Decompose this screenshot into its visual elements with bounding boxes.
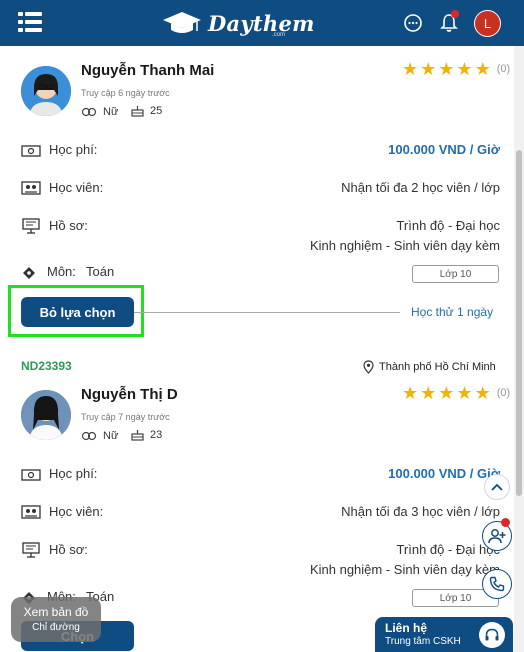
- gender-icon: [81, 107, 97, 117]
- profile-icon: [22, 218, 40, 234]
- star-icon: ★: [474, 59, 491, 79]
- add-user-icon: [488, 529, 506, 544]
- user-avatar[interactable]: L: [474, 10, 501, 37]
- fee-value: 100.000 VND / Giờ: [388, 142, 500, 157]
- gender-info: Nữ: [81, 106, 118, 118]
- subject-value: Toán: [86, 264, 115, 279]
- students-label: Học viên:: [49, 180, 104, 195]
- scrollbar[interactable]: [514, 46, 524, 652]
- notification-badge: [451, 10, 459, 18]
- age-value: 23: [150, 428, 163, 441]
- birthday-cake-icon: [131, 106, 144, 117]
- chevron-up-icon: [491, 483, 503, 491]
- hamburger-menu-icon[interactable]: [18, 12, 42, 34]
- directions-label: Chỉ đường: [32, 622, 80, 633]
- star-icon: ★: [402, 59, 419, 79]
- logo-subtext: .com: [272, 32, 286, 38]
- rating-count: (0): [496, 387, 511, 399]
- divider: [134, 312, 400, 313]
- gender-value: Nữ: [103, 430, 119, 442]
- profile-experience: Kinh nghiệm - Sinh viên dạy kèm: [309, 562, 500, 577]
- age-value: 25: [150, 104, 163, 117]
- star-icon: ★: [420, 59, 437, 79]
- chat-icon[interactable]: [402, 12, 424, 34]
- contact-label: Liên hệ: [385, 621, 428, 635]
- gender-icon: [81, 431, 97, 441]
- location-value: Thành phố Hồ Chí Minh: [379, 361, 496, 373]
- view-map-label: Xem bản đồ: [23, 605, 89, 619]
- star-icon: ★: [402, 383, 419, 403]
- star-icon: ★: [438, 59, 455, 79]
- students-value: Nhận tối đa 2 học viên / lớp: [341, 180, 500, 195]
- money-icon: [21, 145, 41, 157]
- location-info: Thành phố Hồ Chí Minh: [363, 360, 496, 374]
- tutor-name[interactable]: Nguyễn Thanh Mai: [81, 62, 214, 79]
- last-access: Truy cập 7 ngày trước: [81, 412, 170, 422]
- tutor-avatar[interactable]: [21, 390, 71, 440]
- rating-stars: ★ ★ ★ ★ ★ (0): [402, 384, 510, 402]
- gender-value: Nữ: [103, 106, 119, 118]
- support-center-label: Trung tâm CSKH: [385, 636, 461, 647]
- phone-icon: [489, 576, 505, 592]
- fee-label: Học phí:: [49, 466, 98, 481]
- profile-level: Trình độ - Đại học: [396, 218, 500, 233]
- age-info: 23: [131, 428, 162, 441]
- subject-icon: [23, 267, 35, 279]
- last-access: Truy cập 6 ngày trước: [81, 88, 170, 98]
- tutor-avatar[interactable]: [21, 66, 71, 116]
- money-icon: [21, 469, 41, 481]
- star-icon: ★: [456, 383, 473, 403]
- trial-text[interactable]: Học thử 1 ngày: [411, 305, 493, 319]
- logo-text: Daythem: [208, 10, 315, 36]
- tutor-code: ND23393: [21, 359, 72, 373]
- contact-support-button[interactable]: Liên hệ Trung tâm CSKH: [375, 617, 513, 652]
- view-map-button[interactable]: Xem bản đồ Chỉ đường: [11, 597, 101, 642]
- top-navbar: Daythem .com L: [0, 0, 524, 46]
- star-icon: ★: [456, 59, 473, 79]
- gender-info: Nữ: [81, 430, 118, 442]
- students-label: Học viên:: [49, 504, 104, 519]
- profile-label: Hồ sơ:: [49, 542, 88, 557]
- students-value: Nhận tối đa 3 học viên / lớp: [341, 504, 500, 519]
- graduation-cap-icon: [163, 12, 201, 33]
- star-icon: ★: [438, 383, 455, 403]
- fee-label: Học phí:: [49, 142, 98, 157]
- scrollbar-thumb[interactable]: [516, 150, 522, 496]
- profile-experience: Kinh nghiệm - Sinh viên dạy kèm: [309, 238, 500, 253]
- birthday-cake-icon: [131, 430, 144, 441]
- site-logo[interactable]: Daythem .com: [162, 8, 315, 38]
- profile-icon: [22, 542, 40, 558]
- rating-count: (0): [496, 63, 511, 75]
- subject-label: Môn:: [47, 264, 76, 279]
- map-pin-icon: [363, 360, 374, 374]
- rating-stars: ★ ★ ★ ★ ★ (0): [402, 60, 510, 78]
- age-info: 25: [131, 104, 162, 117]
- students-icon: [21, 505, 41, 519]
- tutor-name[interactable]: Nguyễn Thị D: [81, 386, 178, 403]
- grade-badge: Lớp 10: [412, 265, 499, 283]
- students-icon: [21, 181, 41, 195]
- headset-icon: [479, 622, 505, 648]
- deselect-button[interactable]: Bỏ lựa chọn: [21, 297, 134, 327]
- fee-value: 100.000 VND / Giờ: [388, 466, 500, 481]
- add-contact-badge: [501, 518, 510, 527]
- call-button[interactable]: [482, 569, 512, 599]
- profile-label: Hồ sơ:: [49, 218, 88, 233]
- star-icon: ★: [474, 383, 491, 403]
- scroll-top-button[interactable]: [484, 474, 510, 500]
- star-icon: ★: [420, 383, 437, 403]
